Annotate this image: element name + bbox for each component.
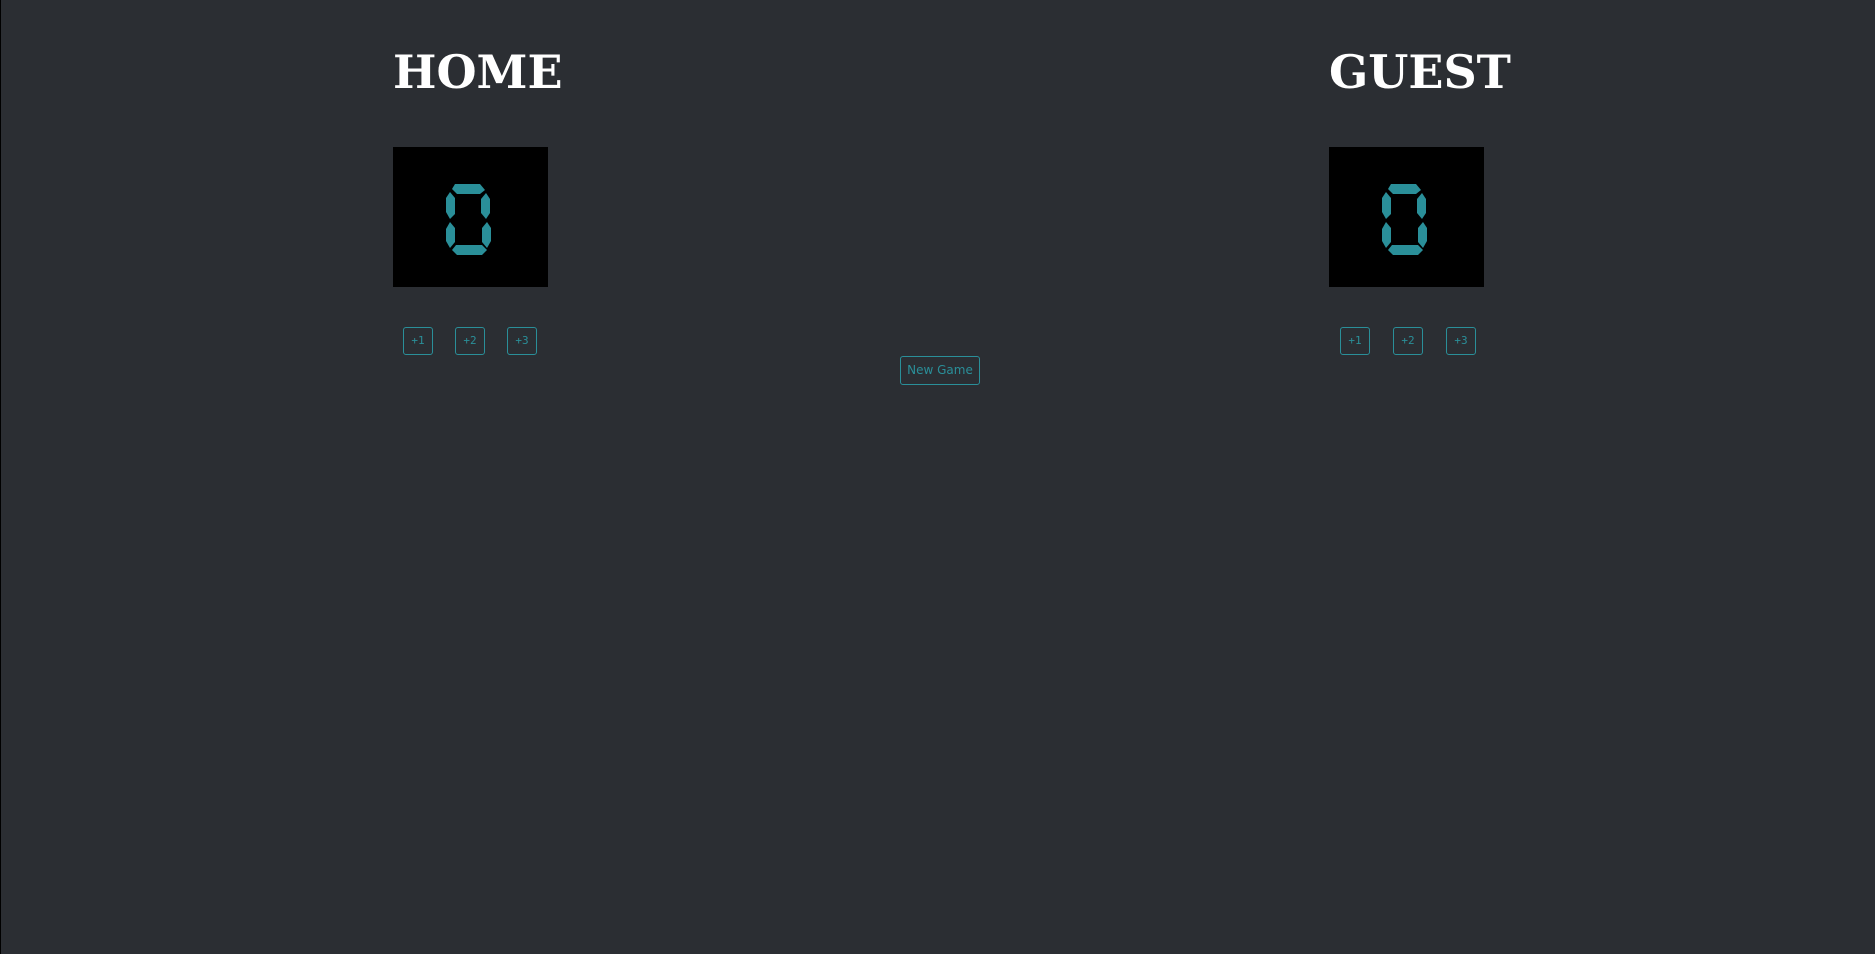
guest-score-digit [1382,184,1427,255]
home-title: HOME [393,45,563,99]
home-score-display: 0 [393,147,548,287]
new-game-button[interactable]: New Game [900,356,980,385]
segment-top [1388,184,1421,194]
segment-bottom-right [1418,222,1427,248]
guest-add-1-button[interactable]: +1 [1340,327,1370,355]
home-add-3-button[interactable]: +3 [507,327,537,355]
guest-add-3-button[interactable]: +3 [1446,327,1476,355]
segment-bottom [452,245,487,255]
home-score-digit [446,184,491,255]
segment-bottom-left [446,222,455,248]
home-add-2-button[interactable]: +2 [455,327,485,355]
segment-top-right [481,193,490,219]
segment-bottom [1388,245,1423,255]
home-points-buttons: +1 +2 +3 [393,327,548,357]
home-add-1-button[interactable]: +1 [403,327,433,355]
segment-top-right [1417,193,1426,219]
guest-title: GUEST [1329,45,1511,99]
segment-top-left [446,192,455,219]
guest-score-display: 0 [1329,147,1484,287]
segment-top [452,184,485,194]
segment-top-left [1382,192,1391,219]
segment-bottom-left [1382,222,1391,248]
segment-bottom-right [482,222,491,248]
guest-add-2-button[interactable]: +2 [1393,327,1423,355]
guest-points-buttons: +1 +2 +3 [1329,327,1484,357]
